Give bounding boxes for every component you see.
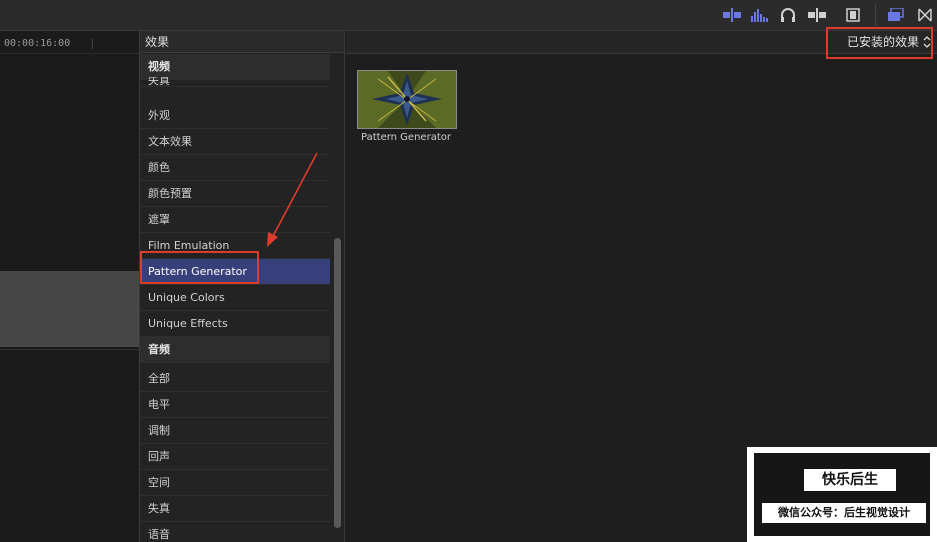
effects-category-item[interactable]: 语音 [140, 522, 330, 542]
transitions-icon[interactable] [916, 7, 934, 23]
timeline-ruler [0, 53, 139, 54]
timecode: 00:00:16:00 [4, 38, 71, 49]
timeline-clip[interactable] [0, 271, 139, 347]
scrollbar[interactable] [334, 238, 341, 528]
watermark: 快乐后生 微信公众号：后生视觉设计 [747, 447, 937, 542]
effect-thumbnail-pattern-generator[interactable] [357, 70, 457, 129]
annotation-arrow-icon [267, 152, 318, 247]
watermark-title: 快乐后生 [804, 469, 896, 491]
ruler-tick [92, 39, 93, 49]
clip-connect-icon[interactable] [723, 7, 741, 23]
filmstrip-icon[interactable] [844, 7, 862, 23]
effects-category-item[interactable]: 空间 [140, 470, 330, 496]
effects-category-item[interactable]: 失真 [140, 77, 330, 87]
audio-waveform-icon[interactable] [751, 7, 769, 23]
effects-category-item[interactable]: 失真 [140, 496, 330, 522]
timeline-area: 00:00:16:00 [0, 31, 139, 542]
effects-category-item[interactable]: Unique Effects [140, 311, 330, 337]
annotation-box-filter [826, 27, 933, 59]
effects-sidebar: 效果 视频 失真 外观 文本效果 颜色 颜色预置 遮罩 Film Emulation Patte… [139, 31, 345, 542]
browser-toggle-icon[interactable] [887, 7, 905, 23]
skimming-icon[interactable] [808, 7, 826, 23]
toolbar-divider [875, 4, 876, 26]
effects-title: 效果 [140, 31, 344, 53]
watermark-subtitle: 微信公众号：后生视觉设计 [762, 503, 926, 523]
kaleidoscope-pattern-icon [358, 71, 456, 128]
effects-category-item[interactable]: 全部 [140, 366, 330, 392]
effects-category-item[interactable]: 调制 [140, 418, 330, 444]
effects-category-group[interactable]: 音频 [140, 337, 330, 363]
top-toolbar [0, 0, 937, 31]
watermark-panel: 快乐后生 微信公众号：后生视觉设计 [754, 453, 930, 536]
effects-category-item[interactable]: 回声 [140, 444, 330, 470]
headphones-icon[interactable] [779, 7, 797, 23]
effects-category-item[interactable]: 外观 [140, 103, 330, 129]
annotation-box-selected [140, 251, 259, 284]
timeline-divider [0, 349, 139, 350]
effects-category-item[interactable]: 电平 [140, 392, 330, 418]
effects-category-item[interactable]: Unique Colors [140, 285, 330, 311]
effect-label: Pattern Generator [361, 132, 451, 143]
